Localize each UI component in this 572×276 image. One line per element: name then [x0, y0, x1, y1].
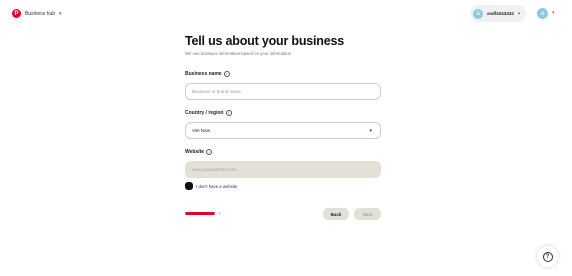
business-info-form: Tell us about your business We use busin…	[185, 34, 382, 220]
next-button[interactable]: Next	[354, 208, 381, 220]
website-label: Website i	[185, 149, 213, 155]
info-icon[interactable]: i	[206, 149, 213, 155]
business-name-input[interactable]	[185, 83, 381, 100]
country-label-text: Country / region	[185, 110, 224, 116]
account-switcher[interactable]: a asdf4343434 ▾	[470, 5, 527, 22]
website-input	[185, 161, 381, 178]
step-progress	[185, 212, 221, 215]
page-title: Tell us about your business	[185, 34, 344, 48]
no-website-checkbox[interactable]	[185, 182, 193, 190]
back-button[interactable]: Back	[323, 208, 349, 220]
pinterest-logo-icon: P	[12, 9, 21, 18]
progress-step-dot	[218, 212, 221, 215]
business-name-label-text: Business name	[185, 71, 222, 77]
country-select[interactable]: Viet Nam ▾	[185, 122, 381, 139]
page-subtitle: We use business information based on you…	[185, 51, 291, 56]
country-selected-value: Viet Nam	[192, 128, 211, 133]
help-button[interactable]: ?	[537, 246, 558, 267]
progress-bar-fill	[185, 212, 215, 215]
website-label-text: Website	[185, 149, 205, 155]
page: P Business hub ▾ a asdf4343434 ▾ a ▾ Tel…	[0, 0, 572, 276]
info-icon[interactable]: i	[225, 110, 232, 116]
account-avatar: a	[473, 8, 483, 19]
no-website-option[interactable]: I don't have a website	[185, 182, 237, 190]
no-website-label: I don't have a website	[196, 183, 238, 189]
chevron-down-icon: ▾	[59, 10, 62, 17]
business-hub-switcher[interactable]: P Business hub ▾	[12, 9, 62, 18]
chevron-down-icon: ▾	[369, 127, 372, 134]
progress-bar	[185, 212, 215, 215]
profile-avatar[interactable]: a	[537, 8, 548, 19]
business-hub-label: Business hub	[25, 10, 56, 17]
business-name-label: Business name i	[185, 71, 230, 77]
question-mark-icon: ?	[542, 251, 553, 262]
profile-menu-chevron-icon[interactable]: ▾	[552, 10, 555, 16]
chevron-down-icon: ▾	[517, 10, 521, 17]
country-label: Country / region i	[185, 110, 232, 116]
info-icon[interactable]: i	[223, 71, 230, 77]
account-name: asdf4343434	[487, 11, 514, 16]
